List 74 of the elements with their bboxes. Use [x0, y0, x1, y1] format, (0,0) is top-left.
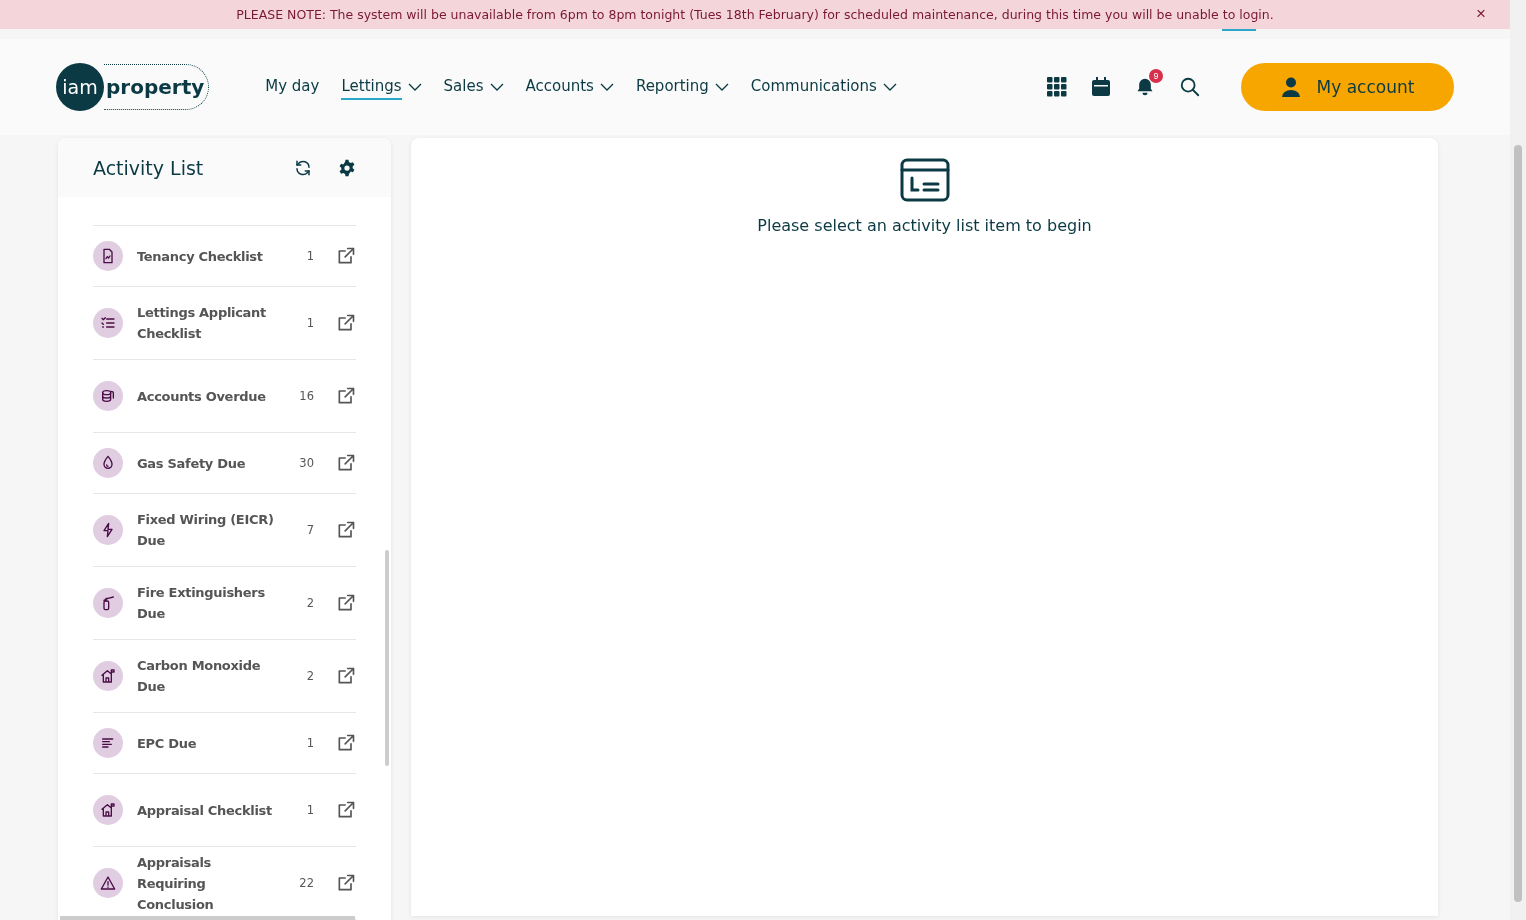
nav-tab[interactable]: Accounts — [525, 74, 614, 100]
item-label: Fire Extinguishers Due — [137, 584, 266, 623]
item-count: 16 — [298, 389, 314, 403]
item-label: EPC Due — [137, 734, 198, 753]
activity-item[interactable]: Fire Extinguishers Due 2 — [93, 567, 356, 640]
warning-icon — [100, 875, 116, 891]
activity-item[interactable]: EPC Due 1 — [93, 713, 356, 774]
activity-item[interactable]: Carbon Monoxide Due 2 — [93, 640, 356, 713]
item-count: 1 — [305, 803, 314, 817]
item-count: 1 — [305, 249, 314, 263]
horizontal-scrollbar[interactable] — [60, 916, 355, 920]
activity-item[interactable]: Gas Safety Due 30 — [93, 433, 356, 494]
open-external-icon[interactable] — [336, 386, 356, 406]
item-label: Appraisal Checklist — [137, 801, 273, 820]
activity-item[interactable]: Fixed Wiring (EICR) Due 7 — [93, 494, 356, 567]
open-external-icon[interactable] — [336, 246, 356, 266]
open-external-icon[interactable] — [336, 733, 356, 753]
search-icon[interactable] — [1179, 76, 1201, 98]
my-account-button[interactable]: My account — [1241, 63, 1454, 111]
open-external-icon[interactable] — [336, 453, 356, 473]
empty-state-message: Please select an activity list item to begin — [757, 216, 1092, 235]
settings-icon[interactable] — [338, 158, 356, 177]
item-count: 2 — [305, 669, 314, 683]
fire-extinguisher-icon — [100, 595, 116, 611]
panel-title: Activity List — [93, 156, 205, 179]
item-count: 7 — [305, 523, 314, 537]
house-flag-icon — [100, 668, 116, 684]
item-count: 22 — [298, 876, 314, 890]
coins-icon — [100, 388, 116, 404]
nav-tab[interactable]: Reporting — [635, 74, 729, 100]
document-icon — [100, 248, 116, 264]
nav-tab[interactable]: My day — [265, 74, 320, 100]
item-count: 30 — [298, 456, 314, 470]
item-label: Carbon Monoxide Due — [137, 657, 262, 696]
bars-icon — [100, 735, 116, 751]
user-icon — [1280, 77, 1301, 97]
list-window-icon — [899, 158, 950, 202]
page-scrollbar[interactable] — [1510, 0, 1526, 920]
item-count: 2 — [305, 596, 314, 610]
item-label: Fixed Wiring (EICR) Due — [137, 511, 275, 550]
maintenance-notice: PLEASE NOTE: The system will be unavailable from 6pm to 8pm tonight (Tues 18th February) for scheduled maintenance, during this time you will be unable to login. — [236, 7, 1274, 22]
logo-mark: iam — [56, 63, 104, 111]
notification-badge: 9 — [1149, 69, 1163, 83]
item-label: Gas Safety Due — [137, 454, 247, 473]
scrollbar-thumb[interactable] — [385, 550, 389, 766]
open-external-icon[interactable] — [336, 800, 356, 820]
refresh-icon[interactable] — [294, 158, 312, 177]
house-flag-icon — [100, 802, 116, 818]
item-label: Appraisals Requiring Conclusion — [137, 853, 215, 914]
item-count: 1 — [305, 736, 314, 750]
bell-icon — [1135, 77, 1155, 97]
nav-tab[interactable]: Communications — [750, 74, 897, 100]
open-external-icon[interactable] — [336, 593, 356, 613]
activity-item[interactable]: Appraisal Checklist 1 — [93, 774, 356, 847]
open-external-icon[interactable] — [336, 520, 356, 540]
drop-icon — [100, 455, 116, 471]
nav-tab[interactable]: Lettings — [341, 74, 422, 100]
checklist-icon — [100, 315, 116, 331]
item-label: Accounts Overdue — [137, 387, 267, 406]
calendar-icon[interactable] — [1091, 77, 1111, 97]
activity-item[interactable]: Accounts Overdue 16 — [93, 360, 356, 433]
activity-item[interactable]: Tenancy Checklist 1 — [93, 226, 356, 287]
open-external-icon[interactable] — [336, 666, 356, 686]
open-external-icon[interactable] — [336, 873, 356, 893]
lightning-icon — [100, 522, 116, 538]
nav-tab[interactable]: Sales — [443, 74, 504, 100]
activity-item[interactable]: Lettings Applicant Checklist 1 — [93, 287, 356, 360]
open-external-icon[interactable] — [336, 313, 356, 333]
item-count: 1 — [305, 316, 314, 330]
apps-grid-icon[interactable] — [1047, 77, 1067, 97]
close-button[interactable]: × — [1472, 4, 1490, 24]
item-label: Tenancy Checklist — [137, 247, 264, 266]
item-label: Lettings Applicant Checklist — [137, 304, 267, 343]
notifications-button[interactable]: 9 — [1135, 69, 1163, 97]
